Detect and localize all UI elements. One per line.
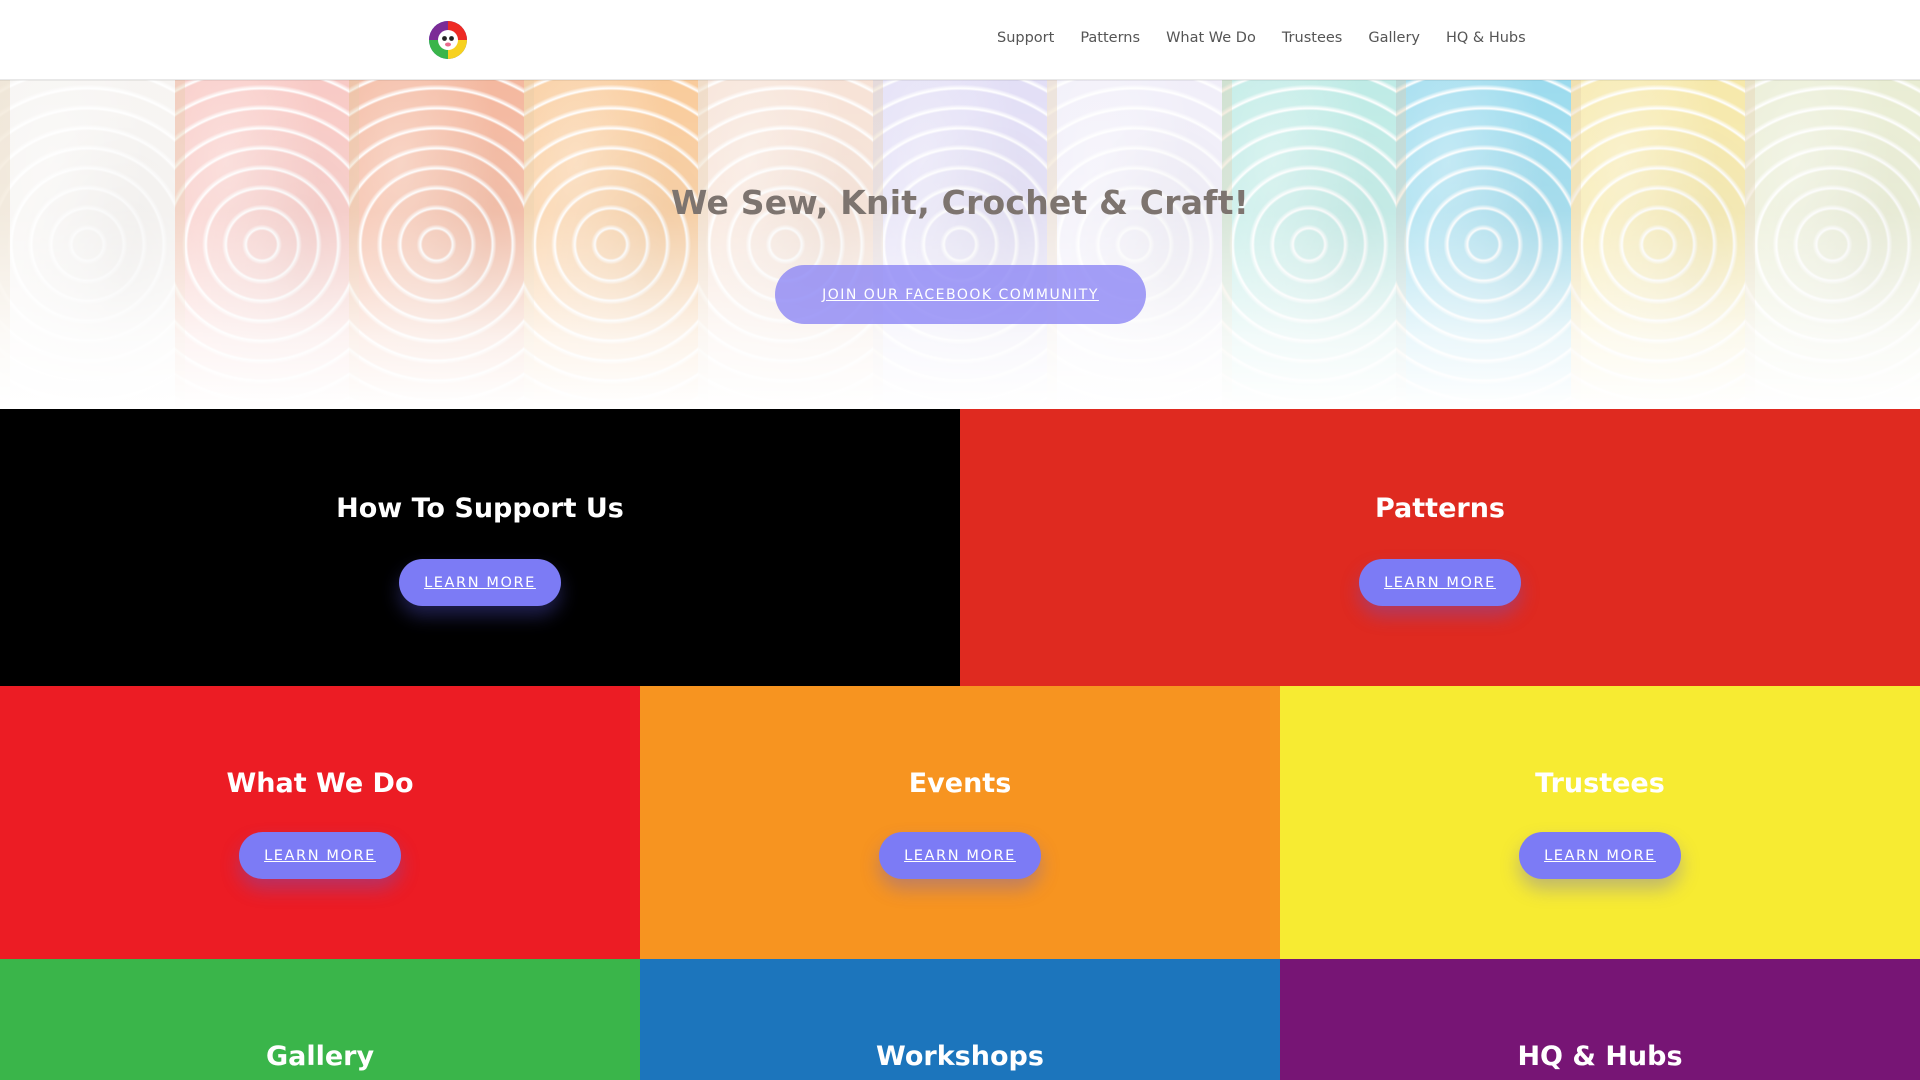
tile-title: How To Support Us: [336, 493, 624, 524]
nav-gallery[interactable]: Gallery: [1368, 30, 1420, 46]
hero-title: We Sew, Knit, Crochet & Craft!: [671, 183, 1249, 222]
tile-events: Events LEARN MORE: [640, 686, 1280, 959]
join-facebook-community-button[interactable]: JOIN OUR FACEBOOK COMMUNITY: [775, 265, 1146, 324]
nav-support[interactable]: Support: [997, 30, 1054, 46]
tile-patterns: Patterns LEARN MORE: [960, 409, 1920, 686]
tile-title: What We Do: [226, 768, 414, 799]
learn-more-button[interactable]: LEARN MORE: [879, 832, 1041, 879]
tile-support: How To Support Us LEARN MORE: [0, 409, 960, 686]
tile-title: Workshops: [876, 1041, 1044, 1072]
learn-more-button[interactable]: LEARN MORE: [239, 832, 401, 879]
main-nav: Support Patterns What We Do Trustees Gal…: [997, 30, 1526, 46]
tile-title: Events: [908, 768, 1012, 799]
learn-more-button[interactable]: LEARN MORE: [399, 559, 561, 606]
tile-workshops: Workshops: [640, 959, 1280, 1080]
tile-trustees: Trustees LEARN MORE: [1280, 686, 1920, 959]
nav-hq-hubs[interactable]: HQ & Hubs: [1446, 30, 1526, 46]
hero-fade-overlay: [0, 80, 1920, 409]
nav-what-we-do[interactable]: What We Do: [1166, 30, 1256, 46]
tile-title: HQ & Hubs: [1517, 1041, 1683, 1072]
learn-more-button[interactable]: LEARN MORE: [1519, 832, 1681, 879]
tile-title: Trustees: [1535, 768, 1665, 799]
learn-more-button[interactable]: LEARN MORE: [1359, 559, 1521, 606]
nav-trustees[interactable]: Trustees: [1282, 30, 1343, 46]
tile-title: Patterns: [1374, 493, 1506, 524]
hero-banner: We Sew, Knit, Crochet & Craft! JOIN OUR …: [0, 80, 1920, 409]
tile-hq-hubs: HQ & Hubs: [1280, 959, 1920, 1080]
site-header: Support Patterns What We Do Trustees Gal…: [0, 0, 1920, 80]
tile-title: Gallery: [265, 1041, 375, 1072]
tile-what-we-do: What We Do LEARN MORE: [0, 686, 640, 959]
rainbow-sheep-logo-icon[interactable]: [428, 20, 468, 60]
tile-gallery: Gallery: [0, 959, 640, 1080]
nav-patterns[interactable]: Patterns: [1080, 30, 1140, 46]
